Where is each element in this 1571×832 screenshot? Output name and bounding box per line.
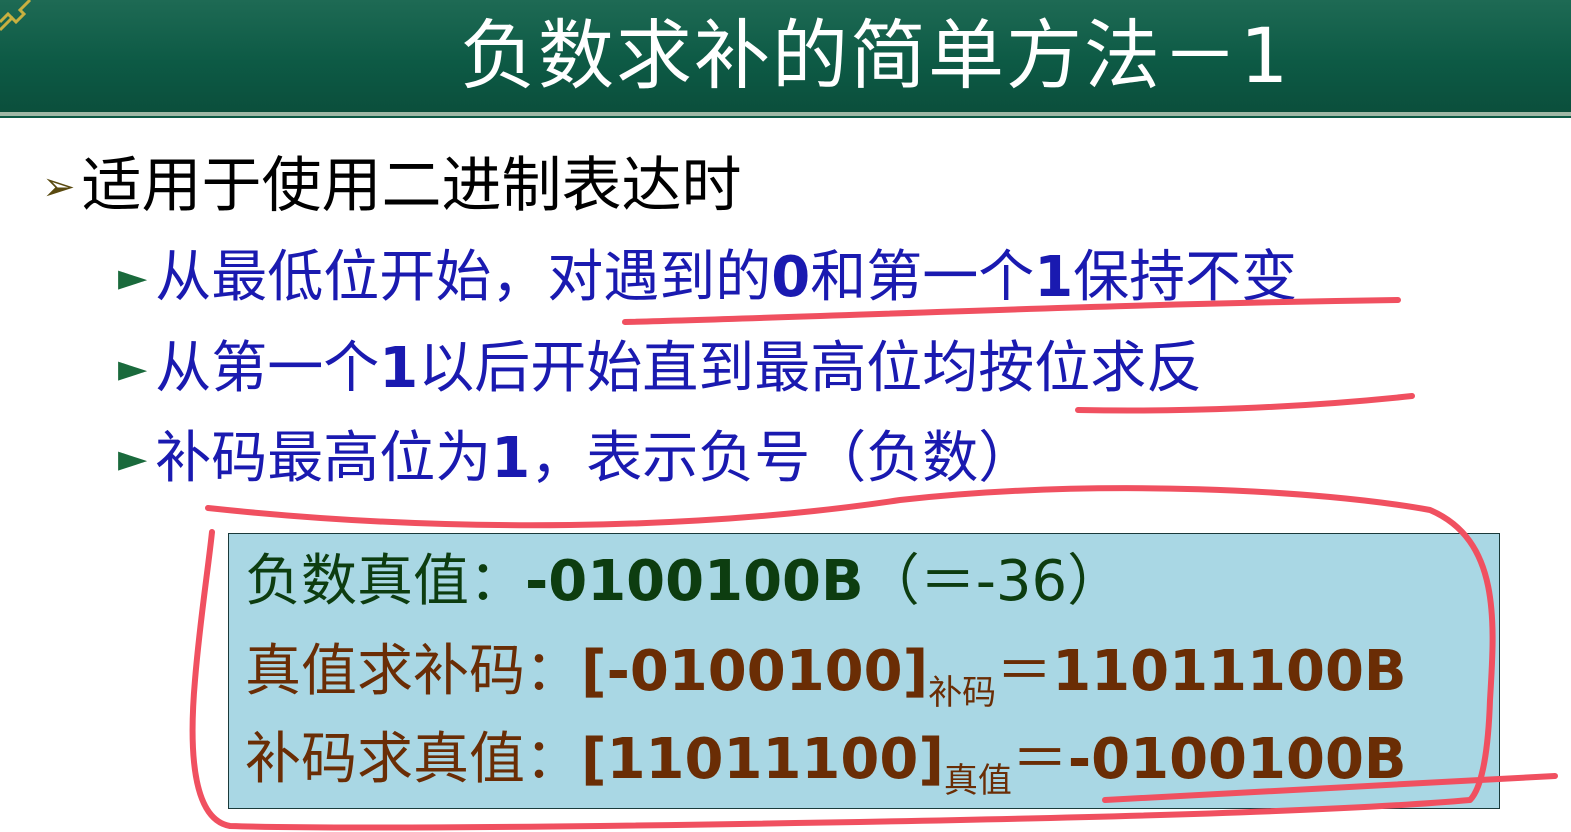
sub-bullet-text: 1 [1034,245,1074,310]
main-bullet: ➢ 适用于使用二进制表达时 [42,150,742,222]
example-result: 11011100B [1052,639,1407,704]
sub-bullet-text: 从最低位开始，对遇到的 [155,245,772,310]
sub-bullet-text: 补码最高位为 [155,426,492,491]
sub-bullet-text: 1 [379,336,419,401]
arrow-bullet-icon: ➢ [42,164,76,210]
example-label: 真值求补码： [245,639,581,704]
sub-bullet-text: 以后开始直到最高位均按位求反 [418,336,1203,401]
example-label: 负数真值： [245,549,525,614]
triangle-bullet-icon: ► [118,255,148,299]
title-bar: 负数求补的简单方法－1 [0,0,1571,112]
triangle-bullet-icon: ► [118,346,148,390]
triangle-bullet-icon: ► [118,436,148,480]
sub-bullet-text: 0 [771,245,811,310]
example-line-true-value: 负数真值：-0100100B（＝-36） [245,542,1123,622]
sub-bullet-text: 保持不变 [1073,245,1298,310]
example-result: -0100100B [1067,727,1407,792]
sub-bullet-text: 1 [491,426,531,491]
example-line-to-complement: 真值求补码：[-0100100]补码＝11011100B [245,632,1407,713]
example-subscript: 真值 [943,761,1012,801]
sub-bullet-2: ► 从第一个1以后开始直到最高位均按位求反 [118,333,1202,403]
example-subscript: 补码 [928,673,997,713]
slide-title: 负数求补的简单方法－1 [460,11,1291,100]
sub-bullet-text: 从第一个 [155,336,380,401]
example-label: 补码求真值： [245,727,581,792]
example-note: （＝-36） [863,549,1124,614]
example-equals: ＝ [1011,727,1068,792]
example-expression: [11011100] [581,727,944,792]
main-bullet-text: 适用于使用二进制表达时 [81,151,742,221]
example-line-to-true-value: 补码求真值：[11011100]真值＝-0100100B [245,720,1407,801]
example-equals: ＝ [996,639,1053,704]
example-expression: [-0100100] [581,639,929,704]
title-divider-dark [0,116,1571,118]
sub-bullet-text: ，表示负号（负数） [530,426,1035,491]
sub-bullet-1: ► 从最低位开始，对遇到的0和第一个1保持不变 [118,242,1297,312]
corner-ornament-icon [0,0,32,32]
sub-bullet-text: 和第一个 [810,245,1035,310]
sub-bullet-3: ► 补码最高位为1，表示负号（负数） [118,423,1034,493]
example-value: -0100100B [525,549,864,614]
example-box: 负数真值：-0100100B（＝-36） 真值求补码：[-0100100]补码＝… [228,533,1500,809]
